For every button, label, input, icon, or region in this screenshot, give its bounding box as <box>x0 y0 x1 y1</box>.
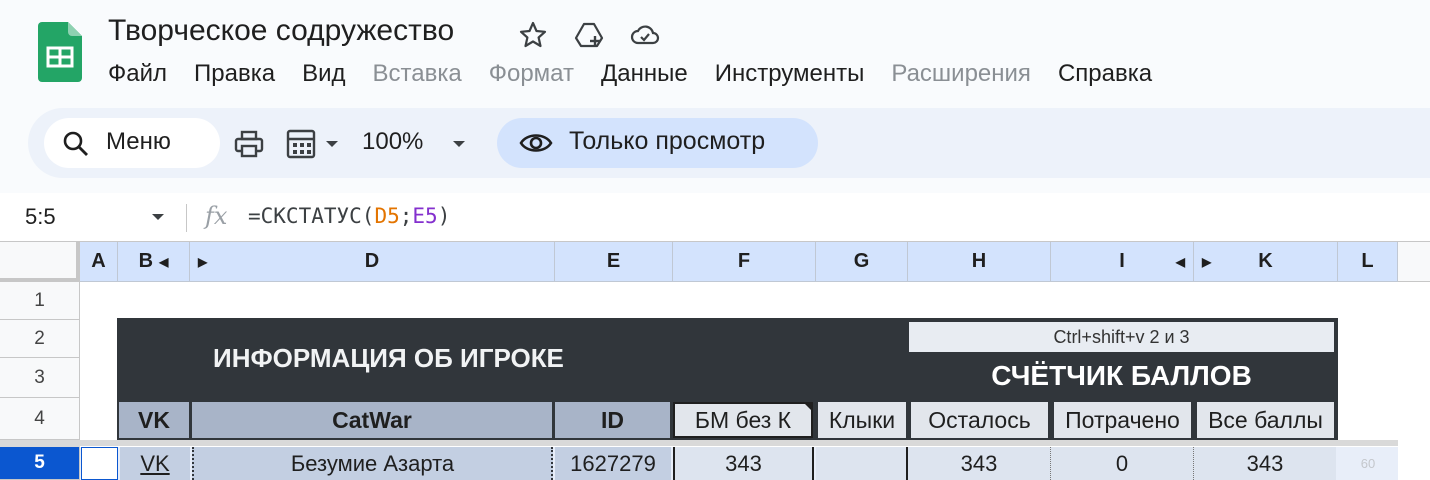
column-header-i-label: I <box>1119 250 1125 272</box>
subheader-fangs: Клыки <box>818 402 906 438</box>
hidden-columns-left-arrow-icon-2[interactable]: ◀ <box>1176 255 1185 269</box>
subheader-left: Осталось <box>911 402 1048 438</box>
column-header-i[interactable]: I ◀ <box>1051 242 1194 282</box>
column-header-b-label: B <box>138 250 154 272</box>
menu-format: Формат <box>488 60 574 87</box>
column-header-h[interactable]: H <box>908 242 1051 282</box>
view-only-label: Только просмотр <box>569 127 766 155</box>
hidden-columns-right-arrow-icon[interactable]: ▶ <box>198 255 207 269</box>
document-title[interactable]: Творческое содружество <box>108 14 454 48</box>
column-header-e[interactable]: E <box>555 242 673 282</box>
column-header-d[interactable]: ▶ D <box>190 242 555 282</box>
print-icon[interactable] <box>234 130 264 158</box>
subheader-id: ID <box>555 402 670 438</box>
formula-arg-d5: D5 <box>374 204 400 228</box>
cell-d5-catwar[interactable]: Безумие Азарта <box>192 447 553 480</box>
cell-h5-left[interactable]: 343 <box>908 447 1051 480</box>
comment-marker-icon[interactable] <box>803 402 813 412</box>
formula-prefix: =СКСТАТУС( <box>248 204 375 228</box>
format-calculator-icon[interactable] <box>285 128 317 160</box>
row-header-3[interactable]: 3 <box>0 358 80 398</box>
column-header-k-label: K <box>1258 250 1273 272</box>
subheader-bm: БМ без К <box>673 402 813 438</box>
row-header-4[interactable]: 4 <box>0 398 80 440</box>
search-menus-label[interactable]: Меню <box>106 128 171 156</box>
move-to-drive-icon[interactable] <box>574 20 604 50</box>
column-header-d-label: D <box>364 250 380 272</box>
formula-suffix: ) <box>437 204 451 228</box>
shortcut-note: Ctrl+shift+v 2 и 3 <box>909 322 1334 352</box>
subheader-total: Все баллы <box>1197 402 1334 438</box>
score-counter-title: СЧЁТЧИК БАЛЛОВ <box>991 360 1252 391</box>
menu-file[interactable]: Файл <box>108 58 167 90</box>
player-info-title: ИНФОРМАЦИЯ ОБ ИГРОКЕ <box>213 343 564 373</box>
zoom-dropdown-icon[interactable] <box>451 138 467 150</box>
cell-k5-total[interactable]: 343 <box>1194 447 1336 480</box>
menu-help[interactable]: Справка <box>1058 58 1152 90</box>
menu-view[interactable]: Вид <box>302 58 345 90</box>
fx-icon: fx <box>205 202 228 230</box>
select-all-corner[interactable] <box>0 242 80 282</box>
column-header-f[interactable]: F <box>673 242 816 282</box>
menu-insert: Вставка <box>372 60 462 87</box>
subheader-spent: Потрачено <box>1054 402 1191 438</box>
column-header-a[interactable]: A <box>80 242 118 282</box>
column-header-l[interactable]: L <box>1338 242 1398 282</box>
cell-b5-vk-link[interactable]: VK <box>120 447 190 480</box>
menu-edit[interactable]: Правка <box>194 58 275 90</box>
formula-bar-divider <box>186 204 187 232</box>
column-header-overflow <box>1398 242 1430 282</box>
column-header-g[interactable]: G <box>816 242 908 282</box>
column-header-b[interactable]: B ◀ <box>118 242 190 282</box>
menu-bar: Файл Правка Вид Вставка Формат Данные Ин… <box>108 58 1179 90</box>
chevron-down-icon[interactable] <box>324 138 340 150</box>
cell-l5[interactable]: 60 <box>1338 447 1398 480</box>
cell-i5-spent[interactable]: 0 <box>1051 447 1194 480</box>
hidden-columns-right-arrow-icon-2[interactable]: ▶ <box>1202 255 1211 269</box>
cloud-status-icon[interactable] <box>630 20 660 50</box>
subheader-vk: VK <box>119 402 189 438</box>
row-header-1[interactable]: 1 <box>0 282 80 320</box>
formula-arg-e5: E5 <box>412 204 438 228</box>
formula-separator: ; <box>399 204 413 228</box>
cell-f5-bm[interactable]: 343 <box>673 447 814 480</box>
row-header-5[interactable]: 5 <box>0 447 80 480</box>
hidden-columns-left-arrow-icon[interactable]: ◀ <box>159 255 168 269</box>
formula-input[interactable]: =СКСТАТУС(D5;E5) <box>248 204 450 228</box>
eye-icon <box>519 134 553 152</box>
freeze-divider[interactable] <box>0 440 80 447</box>
row-header-2[interactable]: 2 <box>0 320 80 358</box>
menu-data[interactable]: Данные <box>601 58 688 90</box>
frozen-rows-line <box>80 440 1398 446</box>
cell-e5-id[interactable]: 1627279 <box>555 447 671 480</box>
menu-tools[interactable]: Инструменты <box>715 58 865 90</box>
zoom-select[interactable]: 100% <box>362 128 423 156</box>
menu-extensions: Расширения <box>891 60 1031 87</box>
search-icon <box>63 131 88 156</box>
name-box[interactable]: 5:5 <box>25 204 56 230</box>
name-box-dropdown-icon[interactable] <box>150 211 166 223</box>
sheets-logo[interactable] <box>38 22 82 82</box>
subheader-catwar: CatWar <box>192 402 552 438</box>
cell-g5-fangs[interactable] <box>816 447 908 480</box>
cell-a5[interactable] <box>81 447 118 480</box>
star-icon[interactable] <box>518 20 548 50</box>
column-header-k[interactable]: ▶ K <box>1194 242 1338 282</box>
